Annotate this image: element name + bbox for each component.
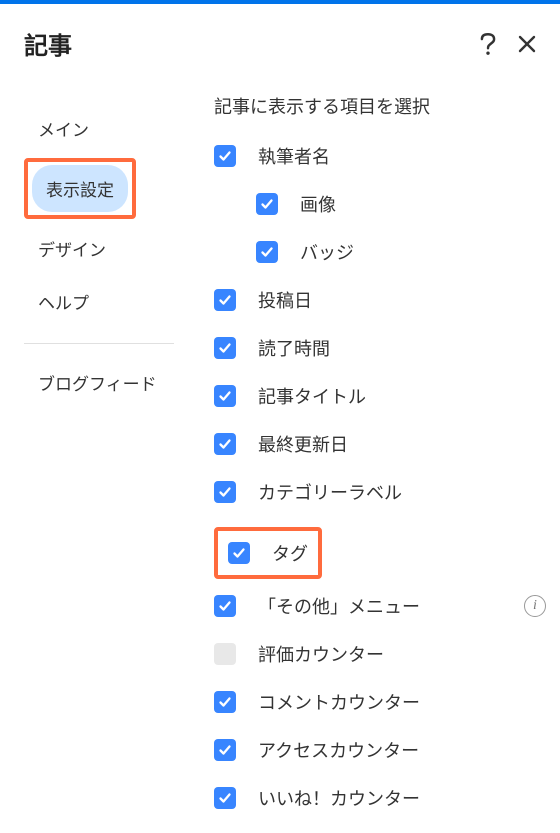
option-label: バッジ [300, 239, 354, 265]
checkbox-option-13[interactable] [214, 787, 236, 809]
close-icon[interactable] [518, 35, 536, 53]
options-list: 執筆者名画像バッジ投稿日読了時間記事タイトル最終更新日カテゴリーラベルタグ「その… [214, 143, 540, 811]
option-label: いいね！カウンター [258, 785, 420, 811]
option-label: 投稿日 [258, 287, 312, 313]
checkbox-option-1[interactable] [256, 193, 278, 215]
header-actions [480, 33, 536, 55]
sidebar-divider [24, 343, 174, 344]
option-label: 読了時間 [258, 335, 330, 361]
option-label: カテゴリーラベル [258, 479, 402, 505]
option-row: 「その他」メニューi [214, 593, 540, 619]
checkbox-option-5[interactable] [214, 385, 236, 407]
checkbox-option-3[interactable] [214, 289, 236, 311]
option-row: バッジ [256, 239, 540, 265]
checkbox-option-8[interactable] [228, 542, 250, 564]
section-title: 記事に表示する項目を選択 [214, 93, 540, 119]
sidebar-item-label: ヘルプ [38, 294, 89, 313]
panel-content: メイン 表示設定 デザイン ヘルプ ブログフィード 記事に表示する項目を選択 執… [0, 81, 560, 833]
highlight-display-settings: 表示設定 [24, 158, 136, 219]
checkbox-option-7[interactable] [214, 481, 236, 503]
sidebar-item-label: 表示設定 [46, 181, 114, 200]
help-icon[interactable] [480, 33, 496, 55]
checkbox-option-6[interactable] [214, 433, 236, 455]
option-row: 画像 [256, 191, 540, 217]
option-label: コメントカウンター [258, 689, 420, 715]
sidebar-item-help[interactable]: ヘルプ [24, 278, 104, 325]
sidebar-item-design[interactable]: デザイン [24, 225, 120, 272]
option-label: タグ [272, 540, 308, 566]
option-row: 記事タイトル [214, 383, 540, 409]
checkbox-option-4[interactable] [214, 337, 236, 359]
checkbox-option-10[interactable] [214, 643, 236, 665]
option-row: 評価カウンター [214, 641, 540, 667]
option-row: 読了時間 [214, 335, 540, 361]
sidebar-item-label: デザイン [38, 241, 106, 260]
checkbox-option-2[interactable] [256, 241, 278, 263]
option-label: 「その他」メニュー [258, 593, 420, 619]
option-row: 執筆者名 [214, 143, 540, 169]
panel-title: 記事 [24, 26, 480, 61]
main-area: 記事に表示する項目を選択 執筆者名画像バッジ投稿日読了時間記事タイトル最終更新日… [200, 89, 560, 833]
option-label: 画像 [300, 191, 336, 217]
option-label: 評価カウンター [258, 641, 384, 667]
sidebar-item-label: ブログフィード [38, 375, 157, 394]
checkbox-option-9[interactable] [214, 595, 236, 617]
option-label: 記事タイトル [258, 383, 366, 409]
sidebar-item-blog-feed[interactable]: ブログフィード [24, 362, 188, 403]
option-label: 最終更新日 [258, 431, 348, 457]
sidebar-item-display-settings[interactable]: 表示設定 [32, 165, 128, 212]
sidebar-item-label: メイン [38, 121, 89, 140]
option-row: いいね！カウンター [214, 785, 540, 811]
checkbox-option-0[interactable] [214, 145, 236, 167]
option-row: 最終更新日 [214, 431, 540, 457]
checkbox-option-11[interactable] [214, 691, 236, 713]
sidebar: メイン 表示設定 デザイン ヘルプ ブログフィード [0, 89, 200, 833]
highlight-tag-option: タグ [214, 527, 322, 579]
option-label: 執筆者名 [258, 143, 330, 169]
info-icon[interactable]: i [524, 595, 546, 617]
sidebar-item-main[interactable]: メイン [24, 105, 104, 152]
option-row: カテゴリーラベル [214, 479, 540, 505]
option-row: コメントカウンター [214, 689, 540, 715]
option-label: アクセスカウンター [258, 737, 419, 763]
checkbox-option-12[interactable] [214, 739, 236, 761]
option-row: 投稿日 [214, 287, 540, 313]
panel-header: 記事 [0, 4, 560, 81]
option-row: アクセスカウンター [214, 737, 540, 763]
